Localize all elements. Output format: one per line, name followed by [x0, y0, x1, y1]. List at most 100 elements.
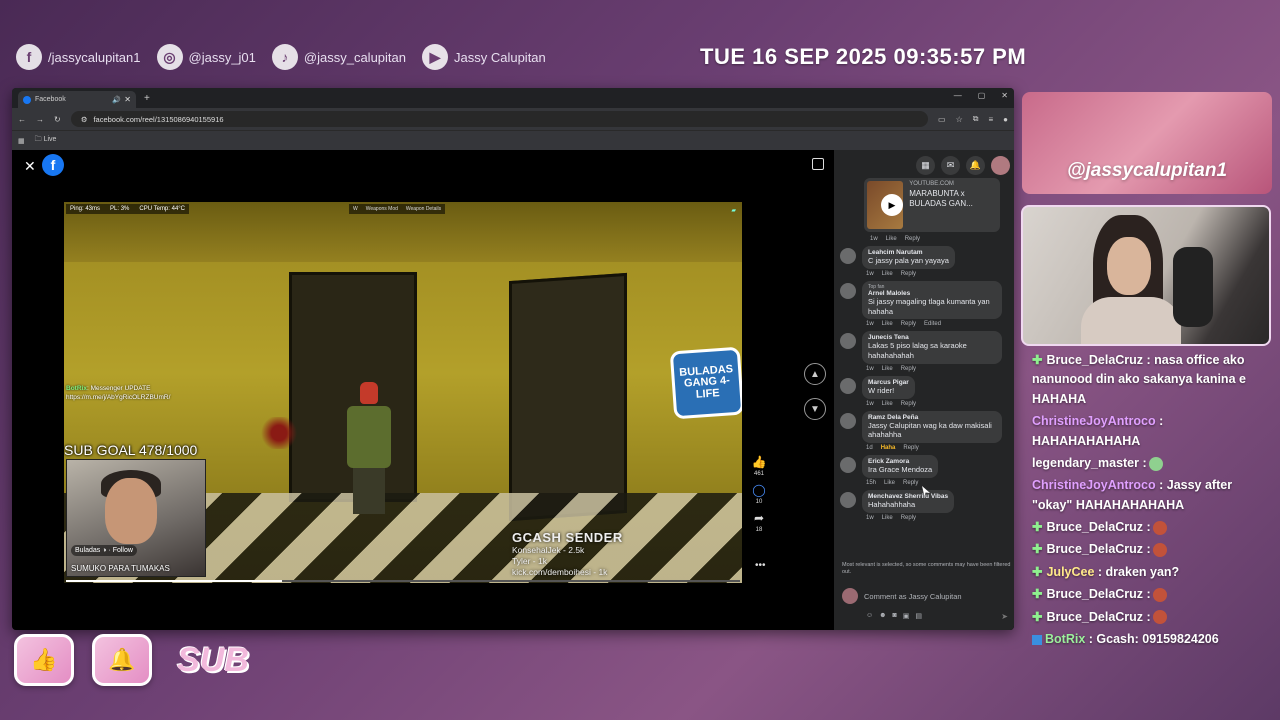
- profile-icon[interactable]: ●: [1003, 115, 1008, 124]
- close-tab-icon[interactable]: ✕: [124, 95, 131, 104]
- apps-grid-icon[interactable]: ▦: [18, 137, 25, 145]
- reload-icon[interactable]: ↻: [54, 115, 61, 124]
- comment-meta-item[interactable]: Like: [882, 366, 893, 372]
- sticker-icon[interactable]: ▤: [915, 612, 922, 620]
- next-reel-button[interactable]: ▼: [804, 398, 826, 420]
- comment-meta-item[interactable]: Like: [884, 480, 895, 486]
- hud-weapon: Weapon Details: [405, 206, 442, 212]
- bookmark-star-icon[interactable]: ☆: [956, 115, 963, 124]
- comment-meta-item[interactable]: Reply: [901, 515, 916, 521]
- avatar-sticker-icon[interactable]: ☺: [866, 612, 873, 620]
- previous-reel-button[interactable]: ▲: [804, 363, 826, 385]
- more-options-icon[interactable]: •••: [755, 560, 766, 571]
- commenter-avatar[interactable]: [840, 491, 856, 508]
- chat-username[interactable]: ChristineJoyAntroco: [1032, 478, 1156, 492]
- chat-username[interactable]: Bruce_DelaCruz: [1046, 587, 1143, 601]
- commenter-avatar[interactable]: [840, 333, 856, 350]
- chat-username[interactable]: JulyCee: [1046, 565, 1094, 579]
- comment-text: C jassy pala yan yayaya: [868, 256, 949, 265]
- new-tab-button[interactable]: +: [144, 93, 150, 104]
- video-progress-bar[interactable]: [66, 580, 740, 582]
- commenter-name[interactable]: Ramz Dela Peña: [868, 414, 996, 421]
- back-icon[interactable]: ←: [18, 115, 26, 124]
- comment-meta-item[interactable]: Reply: [901, 366, 916, 372]
- chat-username[interactable]: legendary_master: [1032, 456, 1139, 470]
- comment-item: Ramz Dela Peña Jassy Calupitan wag ka daw…: [840, 410, 1012, 451]
- social-link[interactable]: ▶ Jassy Calupitan: [422, 44, 546, 70]
- menu-grid-icon[interactable]: ▦: [916, 156, 935, 175]
- commenter-avatar[interactable]: [840, 457, 856, 473]
- comment-body: Junecis Tena Lakas 5 piso lalag sa karaok…: [862, 331, 1012, 372]
- comment-meta-item[interactable]: Like: [882, 515, 893, 521]
- expand-icon[interactable]: [812, 158, 824, 170]
- comment-meta-item[interactable]: Like: [886, 236, 897, 242]
- tab-facebook[interactable]: Facebook 🔊 ✕: [18, 91, 136, 108]
- commenter-name[interactable]: Leahcim Narutam: [868, 249, 949, 256]
- bookmark-live[interactable]: 🗀 Live: [35, 135, 57, 146]
- chat-username[interactable]: Bruce_DelaCruz: [1046, 520, 1143, 534]
- social-link[interactable]: ◎ @jassy_j01: [156, 44, 256, 70]
- comment-meta-item[interactable]: Like: [882, 321, 893, 327]
- chat-message: ChristineJoyAntroco : Jassy after "okay"…: [1022, 475, 1274, 517]
- comment-meta: 1w Like Reply: [866, 271, 1012, 277]
- close-window-icon[interactable]: ✕: [1001, 91, 1008, 100]
- commenter-name[interactable]: Erick Zamora: [868, 458, 932, 465]
- comment-meta-item[interactable]: Haha: [881, 445, 896, 451]
- notifications-bell-icon[interactable]: 🔔: [966, 156, 985, 175]
- cast-icon[interactable]: ▭: [938, 115, 946, 124]
- comment-meta-item[interactable]: Reply: [901, 401, 916, 407]
- url-field[interactable]: ⚙ facebook.com/reel/1315086940155916: [70, 111, 929, 127]
- comment-meta-item[interactable]: Like: [882, 271, 893, 277]
- commenter-avatar[interactable]: [840, 412, 856, 429]
- emoji-icon[interactable]: ☻: [879, 612, 886, 620]
- messenger-icon[interactable]: ✉: [941, 156, 960, 175]
- commenter-avatar[interactable]: [840, 248, 856, 264]
- forward-icon[interactable]: →: [36, 115, 44, 124]
- close-reel-icon[interactable]: ✕: [24, 158, 36, 175]
- comment-meta-item[interactable]: Reply: [905, 236, 920, 242]
- facebook-logo-icon[interactable]: f: [42, 154, 64, 176]
- commenter-avatar[interactable]: [840, 377, 856, 394]
- commenter-name[interactable]: Junecis Tena: [868, 334, 996, 341]
- social-link[interactable]: f/jassycalupitan1: [16, 44, 141, 70]
- chat-username[interactable]: Bruce_DelaCruz: [1046, 610, 1143, 624]
- camera-icon[interactable]: ◙: [893, 612, 897, 620]
- chat-username[interactable]: BotRix: [1045, 632, 1085, 646]
- reel-action-count: 461: [754, 471, 765, 477]
- commenter-name[interactable]: Marcus Pigar: [868, 379, 909, 386]
- messenger-link: https://m.me/j/AbYgRicOLRZBUmR/: [66, 394, 171, 402]
- reel-action-comment[interactable]: ◯ 10: [752, 483, 765, 505]
- commenter-name[interactable]: Arnel Maloles: [868, 290, 996, 297]
- comment-item: Junecis Tena Lakas 5 piso lalag sa karaok…: [840, 331, 1012, 372]
- youtube-link-card[interactable]: ▶ YOUTUBE.COM MARABUNTA x BULADAS GAN...: [864, 178, 1000, 232]
- tab-search-icon[interactable]: ≡: [988, 115, 993, 124]
- minimize-icon[interactable]: —: [954, 91, 962, 100]
- video-blood-splatter: [259, 417, 299, 449]
- comment-input[interactable]: Comment as Jassy Calupitan: [864, 592, 962, 601]
- commenter-avatar[interactable]: [840, 282, 856, 299]
- send-icon[interactable]: ➤: [1001, 612, 1008, 621]
- reel-video[interactable]: Ping: 43ms PL: 3% CPU Temp: 44°C W Weapons …: [64, 202, 742, 583]
- chat-username[interactable]: Bruce_DelaCruz: [1046, 353, 1143, 367]
- reel-action-like[interactable]: 👍 461: [752, 455, 767, 477]
- tab-bar: Facebook 🔊 ✕ + — ▢ ✕: [12, 88, 1014, 108]
- cam-face: [105, 478, 157, 544]
- comment-meta-item[interactable]: Reply: [903, 445, 918, 451]
- gif-icon[interactable]: ▣: [903, 612, 910, 620]
- hud-stat: Ping: 43ms: [70, 206, 101, 212]
- chat-username[interactable]: ChristineJoyAntroco: [1032, 414, 1156, 428]
- commenter-name[interactable]: Menchavez Sherrilu Vibas: [868, 493, 948, 500]
- sub-goal: SUB GOAL 478/1000: [64, 442, 198, 458]
- maximize-icon[interactable]: ▢: [978, 91, 986, 100]
- comment-meta-item[interactable]: Reply: [901, 271, 916, 277]
- comment-meta-item[interactable]: Reply: [901, 321, 916, 327]
- social-link[interactable]: ♪ @jassy_calupitan: [271, 44, 406, 70]
- site-info-icon[interactable]: ⚙: [81, 115, 88, 124]
- account-avatar[interactable]: [991, 156, 1010, 175]
- extensions-icon[interactable]: ⧉: [973, 114, 979, 124]
- comment-meta-item[interactable]: Reply: [903, 480, 918, 486]
- speaker-icon[interactable]: 🔊: [112, 96, 121, 104]
- comment-meta-item[interactable]: Like: [882, 401, 893, 407]
- reel-action-share[interactable]: ➦ 18: [754, 511, 764, 533]
- chat-username[interactable]: Bruce_DelaCruz: [1046, 542, 1143, 556]
